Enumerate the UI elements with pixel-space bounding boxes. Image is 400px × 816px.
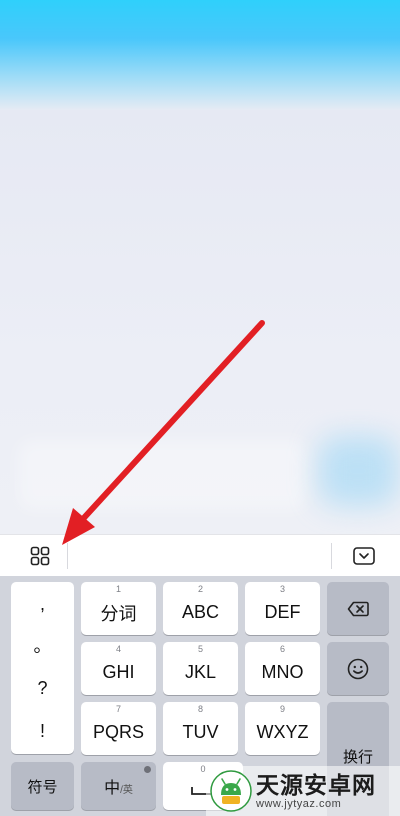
watermark: 天源安卓网 www.jytyaz.com (206, 766, 400, 816)
watermark-url: www.jytyaz.com (256, 797, 342, 810)
blurred-button (318, 436, 398, 506)
lang-sub-label: /英 (120, 784, 133, 796)
key-8[interactable]: 8 TUV (163, 702, 238, 755)
grid-apps-icon[interactable] (22, 539, 58, 573)
punct-question[interactable]: ? (11, 668, 74, 708)
key-3[interactable]: 3 DEF (245, 582, 320, 635)
key-6[interactable]: 6 MNO (245, 642, 320, 695)
lang-main-label: 中 (104, 780, 121, 797)
key-5[interactable]: 5 JKL (163, 642, 238, 695)
header-gradient (0, 0, 400, 110)
symbols-key-label: 符号 (27, 778, 58, 796)
delete-key[interactable] (327, 582, 389, 635)
keyboard-hide-icon[interactable] (346, 539, 382, 573)
lang-switch-key[interactable]: 中 /英 (81, 762, 156, 810)
punctuation-column[interactable]: , 。 ? ! (11, 582, 74, 754)
key-1[interactable]: 1 分词 (81, 582, 156, 635)
punct-period[interactable]: 。 (11, 625, 74, 665)
smiley-icon (347, 658, 369, 679)
keyboard-toolbar (0, 534, 400, 576)
key-9[interactable]: 9 WXYZ (245, 702, 320, 755)
blurred-content (18, 440, 308, 510)
symbols-key[interactable]: 符号 (11, 762, 74, 810)
punct-comma[interactable]: , (11, 584, 74, 624)
backspace-icon (347, 601, 369, 616)
toolbar-divider (331, 543, 332, 569)
key-4[interactable]: 4 GHI (81, 642, 156, 695)
lang-badge (144, 766, 151, 773)
enter-key-label: 换行 (342, 749, 373, 766)
emoji-key[interactable] (327, 642, 389, 695)
toolbar-divider (67, 543, 68, 569)
android-logo-icon (210, 770, 252, 812)
key-2[interactable]: 2 ABC (163, 582, 238, 635)
watermark-name: 天源安卓网 (256, 771, 376, 798)
punct-exclaim[interactable]: ! (11, 711, 74, 751)
key-7[interactable]: 7 PQRS (81, 702, 156, 755)
